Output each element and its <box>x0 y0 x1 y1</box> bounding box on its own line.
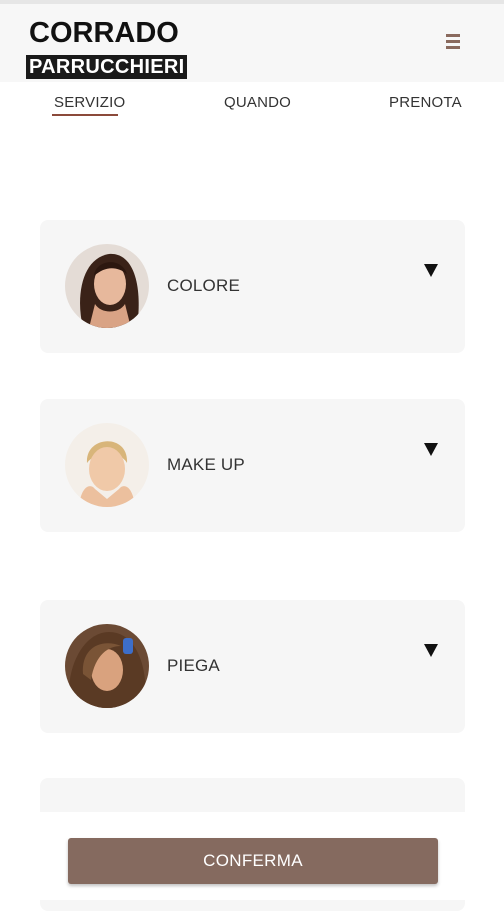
step-tabs: SERVIZIO QUANDO PRENOTA <box>0 82 504 122</box>
tab-quando[interactable]: QUANDO <box>224 94 291 111</box>
confirm-button[interactable]: CONFERMA <box>68 838 438 884</box>
service-label-colore: COLORE <box>167 276 240 295</box>
chevron-down-icon[interactable] <box>424 443 438 456</box>
app-header: CORRADO PARRUCCHIERI <box>0 4 504 82</box>
make-up-avatar-photo <box>65 423 149 507</box>
service-card-piega[interactable]: PIEGA <box>40 600 465 733</box>
active-tab-indicator <box>52 114 118 116</box>
piega-avatar-photo <box>65 624 149 708</box>
hamburger-menu-icon[interactable] <box>440 34 466 56</box>
service-label-make-up: MAKE UP <box>167 455 245 474</box>
chevron-down-icon[interactable] <box>424 644 438 657</box>
tab-servizio[interactable]: SERVIZIO <box>54 94 125 111</box>
service-card-colore[interactable]: COLORE <box>40 220 465 353</box>
colore-avatar-photo <box>65 244 149 328</box>
service-label-piega: PIEGA <box>167 656 220 675</box>
chevron-down-icon[interactable] <box>424 264 438 277</box>
brand-logo-title: CORRADO <box>29 17 179 49</box>
service-card-make-up[interactable]: MAKE UP <box>40 399 465 532</box>
brand-logo-subtitle: PARRUCCHIERI <box>26 55 188 79</box>
tab-prenota[interactable]: PRENOTA <box>389 94 462 111</box>
